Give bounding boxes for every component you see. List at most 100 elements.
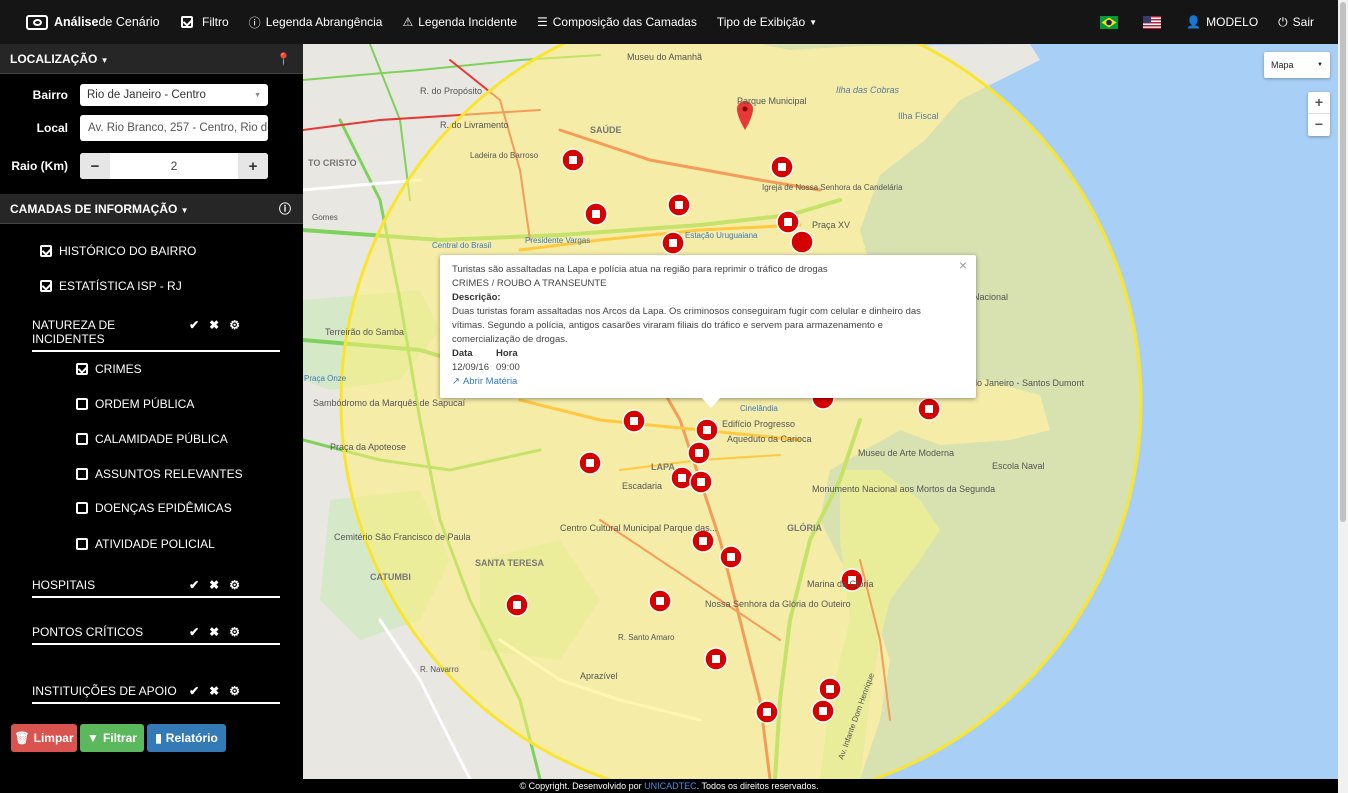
popup-description: Duas turistas foram assaltadas nos Arcos… xyxy=(452,306,921,345)
raio-decrement-button[interactable]: − xyxy=(80,153,110,179)
crime-marker xyxy=(790,230,814,254)
gear-icon[interactable]: ⚙ xyxy=(229,578,240,592)
checkbox-icon xyxy=(40,245,52,257)
natureza-item-doencas[interactable]: DOENÇAS EPIDÊMICAS xyxy=(76,501,232,515)
logout-label: Sair xyxy=(1292,15,1314,29)
natureza-item-label: CALAMIDADE PÚBLICA xyxy=(95,432,228,446)
checkbox-icon xyxy=(76,538,88,550)
local-input[interactable]: Av. Rio Branco, 257 - Centro, Rio de Jan… xyxy=(80,115,268,141)
map-label: TO CRISTO xyxy=(308,158,357,168)
page-scrollbar[interactable] xyxy=(1338,0,1348,793)
scrollbar-thumb[interactable] xyxy=(1340,2,1346,522)
popup-link[interactable]: ↗ Abrir Matéria xyxy=(452,375,964,389)
popup-close-button[interactable]: × xyxy=(959,258,967,272)
check-all-icon[interactable]: ✔ xyxy=(189,578,199,592)
user-name: MODELO xyxy=(1206,15,1259,29)
crime-marker xyxy=(755,700,779,724)
filtrar-button[interactable]: ▼ Filtrar xyxy=(80,724,144,752)
crime-marker xyxy=(561,148,585,172)
gear-icon[interactable]: ⚙ xyxy=(229,318,240,332)
check-all-icon[interactable]: ✔ xyxy=(189,625,199,639)
nav-composicao[interactable]: ☰ Composição das Camadas xyxy=(537,15,697,29)
crime-marker xyxy=(917,397,941,421)
popup-category: CRIMES / ROUBO A TRANSEUNTE xyxy=(452,278,607,289)
zoom-in-button[interactable]: + xyxy=(1308,92,1330,114)
checkbox-icon xyxy=(76,398,88,410)
user-menu[interactable]: 👤 MODELO xyxy=(1186,15,1258,29)
natureza-item-assuntos[interactable]: ASSUNTOS RELEVANTES xyxy=(76,467,243,481)
gear-icon[interactable]: ⚙ xyxy=(229,684,240,698)
map-label: Edifício Progresso xyxy=(722,419,795,429)
map-label: Nossa Senhora da Glória do Outeiro xyxy=(705,599,851,609)
list-icon: ☰ xyxy=(537,15,548,29)
map-label: Aprazível xyxy=(580,671,618,681)
map-label: SANTA TERESA xyxy=(475,558,545,568)
clear-all-icon[interactable]: ✖ xyxy=(209,684,219,698)
usa-flag-icon[interactable] xyxy=(1143,15,1162,29)
bar-chart-icon: ▮ xyxy=(155,731,162,745)
map-label: Parque Municipal xyxy=(737,96,807,106)
map-label: Presidente Vargas xyxy=(525,236,590,245)
map-type-select[interactable]: Mapa ▼ xyxy=(1264,52,1330,78)
nav-tipo-exibicao[interactable]: Tipo de Exibição ▼ xyxy=(717,15,817,29)
power-icon: ⏻ xyxy=(1278,14,1288,29)
zoom-out-button[interactable]: − xyxy=(1308,114,1330,136)
crime-marker xyxy=(622,409,646,433)
logout-button[interactable]: ⏻ Sair xyxy=(1278,15,1314,30)
bairro-value: Rio de Janeiro - Centro xyxy=(87,89,206,101)
bairro-select[interactable]: Rio de Janeiro - Centro ▼ xyxy=(80,84,268,106)
map-label: Centro Cultural Municipal Parque das... xyxy=(560,523,717,533)
map-label: Museu do Amanhã xyxy=(627,52,702,62)
nav-legenda-incidente[interactable]: ⚠ Legenda Incidente xyxy=(402,15,517,29)
check-all-icon[interactable]: ✔ xyxy=(189,318,199,332)
zoom-control: + − xyxy=(1308,92,1330,136)
layer-historico[interactable]: HISTÓRICO DO BAIRRO xyxy=(40,244,196,258)
map-label: Praça da Apoteose xyxy=(330,442,406,452)
gear-icon[interactable]: ⚙ xyxy=(229,625,240,639)
bairro-label: Bairro xyxy=(32,88,68,102)
localizacao-header-label: LOCALIZAÇÃO xyxy=(10,51,98,66)
raio-increment-button[interactable]: + xyxy=(238,153,268,179)
map-label: Praça Onze xyxy=(304,374,347,383)
limpar-button[interactable]: 🗑 Limpar xyxy=(11,724,77,752)
nav-legenda-abrangencia[interactable]: ⓘ Legenda Abrangência xyxy=(249,14,383,31)
nav-legenda-abrangencia-label: Legenda Abrangência xyxy=(265,15,383,29)
layer-estatistica[interactable]: ESTATÍSTICA ISP - RJ xyxy=(40,279,182,293)
nav-filtro[interactable]: Filtro xyxy=(181,15,229,29)
natureza-item-calamidade[interactable]: CALAMIDADE PÚBLICA xyxy=(76,432,228,446)
hospitais-label: HOSPITAIS xyxy=(32,578,96,592)
nav-composicao-label: Composição das Camadas xyxy=(552,15,697,29)
relatorio-button[interactable]: ▮ Relatório xyxy=(147,724,226,752)
brazil-flag-icon[interactable] xyxy=(1100,15,1119,29)
nav-tipo-exibicao-label: Tipo de Exibição xyxy=(716,15,806,29)
raio-input[interactable]: 2 xyxy=(110,153,238,179)
footer-prefix: © Copyright. Desenvolvido por xyxy=(519,781,645,791)
natureza-item-crimes[interactable]: CRIMES xyxy=(76,362,142,376)
clear-all-icon[interactable]: ✖ xyxy=(209,318,219,332)
checkbox-icon xyxy=(40,280,52,292)
map-label: R. Santo Amaro xyxy=(618,633,675,642)
clear-all-icon[interactable]: ✖ xyxy=(209,578,219,592)
map-label: R. Navarro xyxy=(420,665,459,674)
natureza-item-ordem[interactable]: ORDEM PÚBLICA xyxy=(76,397,194,411)
map-label: Praça XV xyxy=(812,220,850,230)
nav-legenda-incidente-label: Legenda Incidente xyxy=(418,15,517,29)
caret-down-icon: ▼ xyxy=(809,17,818,27)
localizacao-header[interactable]: LOCALIZAÇÃO ▼ 📍 xyxy=(0,44,303,74)
map-label: Escadaria xyxy=(622,481,662,491)
map-label: Cemitério São Francisco de Paula xyxy=(334,532,471,542)
warning-icon: ⚠ xyxy=(402,15,414,29)
footer-brand-link[interactable]: UNICADTEC xyxy=(644,781,697,791)
map-label: Sambódromo da Marquês de Sapucaí xyxy=(313,398,466,408)
map-label: Ilha Fiscal xyxy=(898,111,939,121)
camadas-header[interactable]: CAMADAS DE INFORMAÇÃO ▼ ⓘ xyxy=(0,194,303,224)
app-brand[interactable]: Análise de Cenário xyxy=(26,14,181,30)
layer-estatistica-label: ESTATÍSTICA ISP - RJ xyxy=(59,279,182,293)
clear-all-icon[interactable]: ✖ xyxy=(209,625,219,639)
map-view[interactable]: Museu do Amanhã Parque Municipal Ilha da… xyxy=(303,44,1338,779)
map-label: R. do Propósito xyxy=(420,86,482,96)
check-all-icon[interactable]: ✔ xyxy=(189,684,199,698)
natureza-item-atividade[interactable]: ATIVIDADE POLICIAL xyxy=(76,537,215,551)
popup-time: 09:00 xyxy=(496,362,520,373)
map-label: Monumento Nacional aos Mortos da Segunda xyxy=(812,484,995,494)
